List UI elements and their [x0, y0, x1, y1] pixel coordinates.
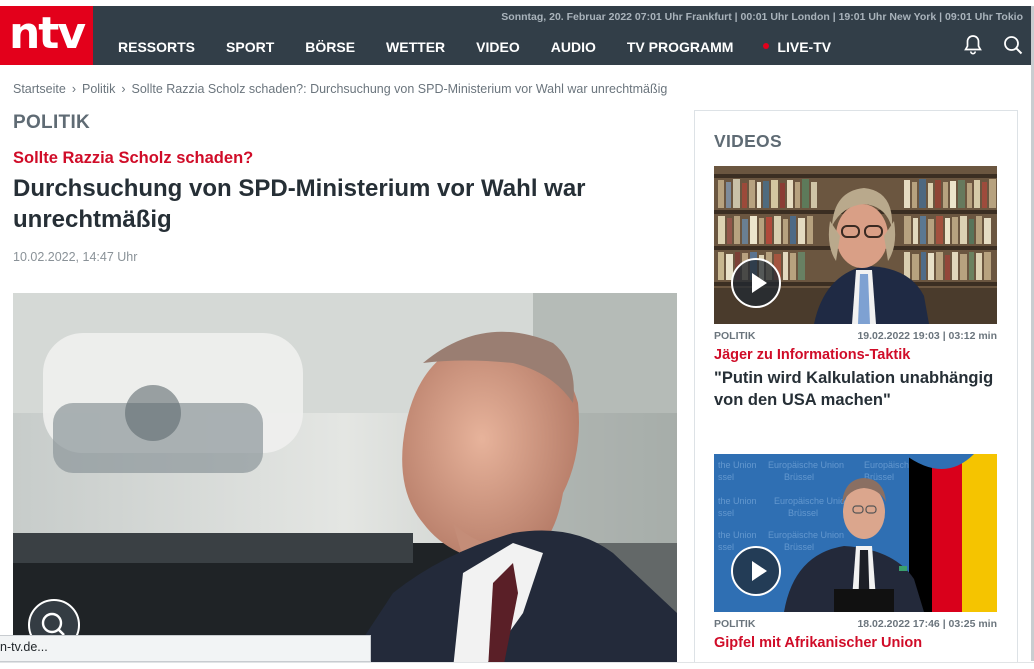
ntv-logo[interactable]: ntv	[0, 6, 93, 65]
nav-sport[interactable]: SPORT	[226, 39, 274, 55]
video-date-duration: 19.02.2022 19:03 | 03:12 min	[857, 330, 997, 342]
hero-photo	[13, 293, 677, 669]
section-title[interactable]: POLITIK	[13, 112, 90, 134]
article-headline: Durchsuchung von SPD-Ministerium vor Wah…	[13, 175, 586, 233]
video-title[interactable]: "Putin wird Kalkulation unabhängig von d…	[714, 367, 997, 411]
svg-text:the Union: the Union	[718, 460, 757, 470]
video-card[interactable]: the Union Europäische Union Europäische …	[714, 454, 997, 651]
main-nav: RESSORTS SPORT BÖRSE WETTER VIDEO AUDIO …	[118, 37, 831, 57]
browser-status-bar: n-tv.de...	[0, 635, 371, 662]
article-hero-image[interactable]	[13, 293, 677, 669]
svg-text:the Union: the Union	[718, 530, 757, 540]
video-category[interactable]: POLITIK	[714, 330, 755, 342]
video-date-duration: 18.02.2022 17:46 | 03:25 min	[857, 618, 997, 630]
breadcrumb-politik[interactable]: Politik	[82, 82, 115, 96]
svg-text:Europäische: Europäische	[864, 460, 914, 470]
nav-ressorts[interactable]: RESSORTS	[118, 39, 195, 55]
nav-tv-programm[interactable]: TV PROGRAMM	[627, 39, 734, 55]
time-ticker: Sonntag, 20. Februar 2022 07:01 Uhr Fran…	[501, 11, 1023, 23]
nav-video[interactable]: VIDEO	[476, 39, 520, 55]
breadcrumb-current: Sollte Razzia Scholz schaden?: Durchsuch…	[131, 82, 668, 96]
nav-wetter[interactable]: WETTER	[386, 39, 445, 55]
nav-boerse[interactable]: BÖRSE	[305, 39, 355, 55]
chevron-right-icon: ›	[71, 82, 76, 96]
live-indicator-icon	[763, 43, 770, 49]
svg-text:Brüssel: Brüssel	[784, 542, 814, 552]
video-card[interactable]: POLITIK 19.02.2022 19:03 | 03:12 min Jäg…	[714, 166, 997, 411]
svg-text:Europäische Union: Europäische Union	[768, 460, 844, 470]
video-thumbnail[interactable]: the Union Europäische Union Europäische …	[714, 454, 997, 612]
play-icon[interactable]	[731, 546, 781, 596]
breadcrumb-home[interactable]: Startseite	[13, 82, 66, 96]
logo-text: ntv	[8, 7, 86, 59]
nav-live-tv[interactable]: LIVE-TV	[777, 39, 831, 55]
videos-title[interactable]: VIDEOS	[714, 131, 782, 152]
svg-text:Brüssel: Brüssel	[788, 508, 818, 518]
svg-text:Europäische Union: Europäische Union	[774, 496, 850, 506]
search-icon[interactable]	[1001, 33, 1025, 57]
video-thumbnail[interactable]	[714, 166, 997, 324]
videos-sidebar: VIDEOS POLITIK 19.02.2022 19:03 | 03:12 …	[694, 110, 1018, 669]
svg-text:ssel: ssel	[718, 472, 734, 482]
site-header: ntv Sonntag, 20. Februar 2022 07:01 Uhr …	[0, 6, 1034, 65]
video-meta: POLITIK 19.02.2022 19:03 | 03:12 min	[714, 330, 997, 342]
bell-icon[interactable]	[961, 33, 985, 57]
nav-audio[interactable]: AUDIO	[551, 39, 596, 55]
svg-text:the Union: the Union	[718, 496, 757, 506]
svg-text:Europäische Union: Europäische Union	[768, 530, 844, 540]
bottom-divider	[0, 662, 1034, 669]
breadcrumb: Startseite › Politik › Sollte Razzia Scholz …	[13, 82, 667, 96]
svg-text:Brüssel: Brüssel	[784, 472, 814, 482]
video-category[interactable]: POLITIK	[714, 618, 755, 630]
play-icon[interactable]	[731, 258, 781, 308]
svg-text:ssel: ssel	[718, 508, 734, 518]
chevron-right-icon: ›	[121, 82, 126, 96]
svg-text:ssel: ssel	[718, 542, 734, 552]
article-kicker: Sollte Razzia Scholz schaden?	[13, 149, 254, 167]
video-kicker[interactable]: Jäger zu Informations-Taktik	[714, 347, 997, 363]
video-kicker[interactable]: Gipfel mit Afrikanischer Union	[714, 635, 997, 651]
video-meta: POLITIK 18.02.2022 17:46 | 03:25 min	[714, 618, 997, 630]
article-date: 10.02.2022, 14:47 Uhr	[13, 250, 138, 264]
